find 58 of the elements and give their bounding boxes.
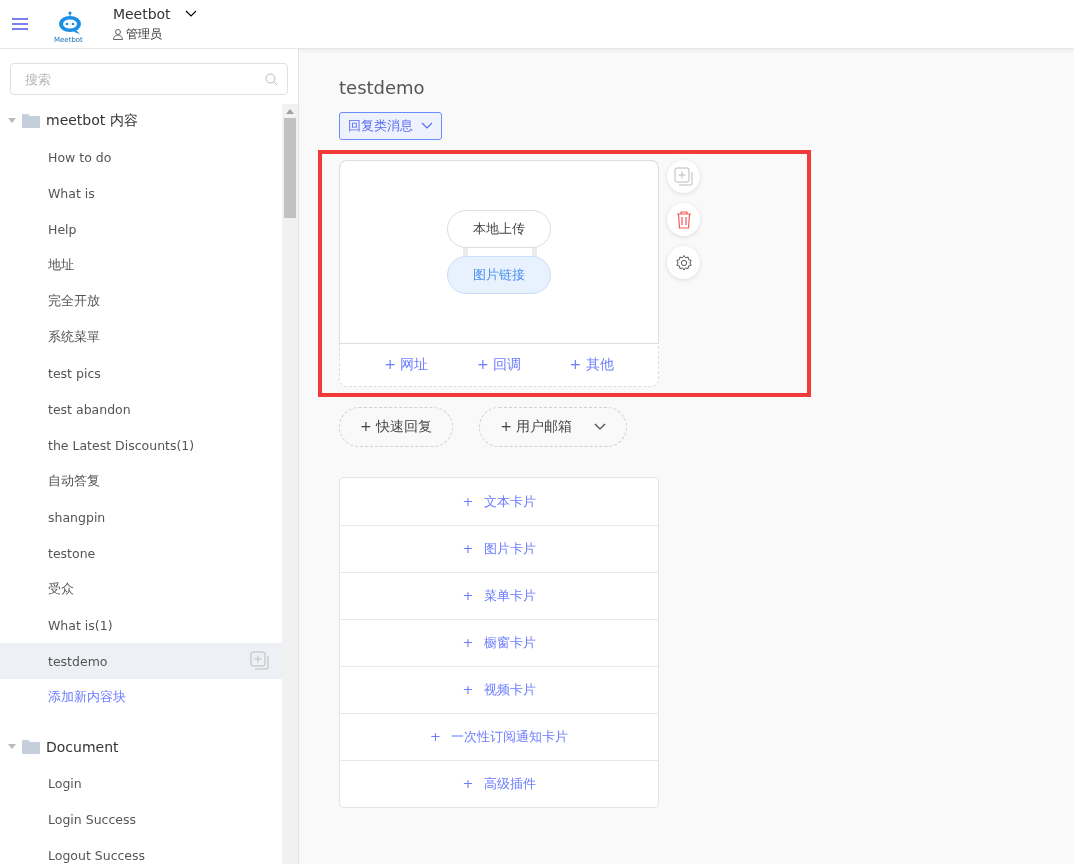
add-card-button[interactable]: + 菜单卡片: [340, 572, 658, 619]
folder-icon: [22, 740, 40, 754]
sidebar-item[interactable]: the Latest Discounts(1): [0, 427, 282, 463]
folder-icon: [22, 114, 40, 128]
robot-logo-icon: [56, 11, 84, 37]
add-card-button[interactable]: + 图片卡片: [340, 525, 658, 572]
chevron-down-icon: [421, 122, 433, 130]
add-action-link[interactable]: + 回调: [476, 356, 522, 374]
sidebar-item[interactable]: testdemo: [0, 643, 282, 679]
page-title: testdemo: [339, 77, 425, 98]
add-action-link[interactable]: + 网址: [384, 356, 429, 374]
delete-button[interactable]: [667, 203, 700, 236]
sidebar-item[interactable]: 地址: [0, 247, 282, 283]
duplicate-button[interactable]: [667, 160, 700, 193]
settings-button[interactable]: [667, 246, 700, 279]
sidebar-item[interactable]: 完全开放: [0, 283, 282, 319]
add-card-button[interactable]: + 橱窗卡片: [340, 619, 658, 666]
scroll-up-icon[interactable]: [286, 109, 294, 114]
chevron-down-icon: [184, 9, 197, 18]
sidebar-item[interactable]: test abandon: [0, 391, 282, 427]
local-upload-button[interactable]: 本地上传: [447, 210, 551, 248]
search-icon: [265, 73, 278, 86]
message-type-dropdown[interactable]: 回复类消息: [339, 112, 442, 140]
add-card-button[interactable]: + 文本卡片: [340, 478, 658, 525]
sidebar-item[interactable]: What is: [0, 175, 282, 211]
sidebar-item[interactable]: Login Success: [0, 801, 282, 837]
sidebar-item[interactable]: testone: [0, 535, 282, 571]
add-action-link[interactable]: + 其他: [569, 356, 614, 374]
menu-icon[interactable]: [12, 18, 28, 30]
sidebar-item[interactable]: 系统菜單: [0, 319, 282, 355]
gear-icon: [674, 253, 693, 272]
app-name[interactable]: Meetbot: [112, 5, 171, 22]
duplicate-icon: [673, 166, 694, 187]
add-card-button[interactable]: + 一次性订阅通知卡片: [340, 713, 658, 760]
add-block-link[interactable]: 添加新内容块: [0, 679, 282, 715]
sidebar-item[interactable]: test pics: [0, 355, 282, 391]
caret-icon[interactable]: [8, 744, 16, 750]
caret-icon[interactable]: [8, 118, 16, 124]
sidebar-item[interactable]: Logout Success: [0, 837, 282, 864]
user-icon: [112, 28, 123, 40]
sidebar-item[interactable]: What is(1): [0, 607, 282, 643]
folder-label[interactable]: meetbot 内容: [46, 112, 138, 130]
duplicate-icon: [250, 651, 270, 671]
sidebar-item[interactable]: Login: [0, 765, 282, 801]
sidebar-item[interactable]: 受众: [0, 571, 282, 607]
add-card-button[interactable]: + 视频卡片: [340, 666, 658, 713]
search-field[interactable]: 搜索: [10, 63, 288, 95]
add-card-button[interactable]: + 高级插件: [340, 760, 658, 807]
trash-icon: [675, 210, 692, 229]
folder-label[interactable]: Document: [46, 739, 119, 755]
chevron-down-icon: [594, 423, 607, 431]
sidebar-item[interactable]: 自动答复: [0, 463, 282, 499]
sidebar-item[interactable]: How to do: [0, 139, 282, 175]
scroll-thumb[interactable]: [284, 118, 296, 218]
scrollbar[interactable]: [282, 104, 298, 864]
sidebar-item[interactable]: shangpin: [0, 499, 282, 535]
sidebar-item[interactable]: Help: [0, 211, 282, 247]
user-role: 管理员: [125, 25, 162, 43]
